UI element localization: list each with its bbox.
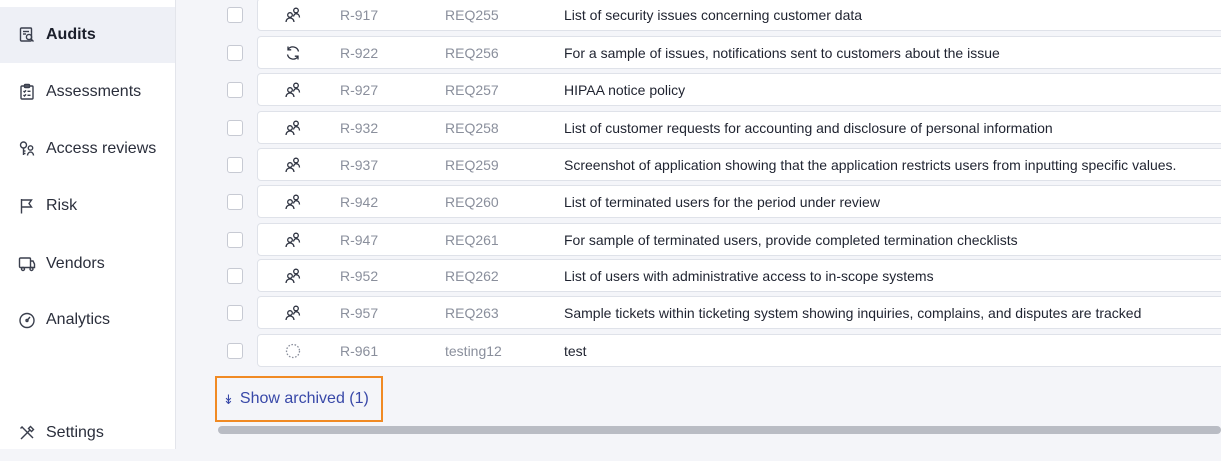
row-checkbox[interactable] xyxy=(227,194,243,210)
row-checkbox[interactable] xyxy=(227,82,243,98)
truck-icon xyxy=(18,255,36,273)
sidebar-item-vendors[interactable]: Vendors xyxy=(0,236,175,292)
table-row[interactable]: R-927 REQ257 HIPAA notice policy xyxy=(176,73,1221,110)
users-icon xyxy=(284,6,302,24)
request-card[interactable]: R-947 REQ261 For sample of terminated us… xyxy=(257,223,1221,256)
sidebar-item-label: Analytics xyxy=(46,311,111,328)
users-icon xyxy=(284,193,302,211)
request-card[interactable]: R-952 REQ262 List of users with administ… xyxy=(257,259,1221,292)
sidebar-item-access-reviews[interactable]: Access reviews xyxy=(0,121,175,177)
table-row[interactable]: R-961 testing12 test xyxy=(176,334,1221,371)
row-checkbox[interactable] xyxy=(227,268,243,284)
users-icon xyxy=(284,304,302,322)
request-id: R-927 xyxy=(340,82,379,98)
row-checkbox[interactable] xyxy=(227,157,243,173)
users-icon xyxy=(284,267,302,285)
requirement-id: REQ260 xyxy=(445,194,499,210)
request-title: List of security issues concerning custo… xyxy=(564,7,863,23)
users-icon xyxy=(284,81,302,99)
request-card[interactable]: R-961 testing12 test xyxy=(257,334,1221,367)
request-card[interactable]: R-937 REQ259 Screenshot of application s… xyxy=(257,148,1221,181)
requirement-id: REQ256 xyxy=(445,45,499,61)
request-id: R-961 xyxy=(340,343,379,359)
sidebar-item-risk[interactable]: Risk xyxy=(0,178,175,234)
table-row[interactable]: R-937 REQ259 Screenshot of application s… xyxy=(176,148,1221,185)
requirement-id: REQ259 xyxy=(445,157,499,173)
request-id: R-952 xyxy=(340,268,379,284)
request-card[interactable]: R-957 REQ263 Sample tickets within ticke… xyxy=(257,296,1221,329)
request-id: R-937 xyxy=(340,157,379,173)
request-title: test xyxy=(564,343,587,359)
table-row[interactable]: R-922 REQ256 For a sample of issues, not… xyxy=(176,36,1221,73)
sidebar-item-settings[interactable]: Settings xyxy=(0,405,175,461)
sidebar-item-assessments[interactable]: Assessments xyxy=(0,64,175,120)
row-checkbox[interactable] xyxy=(227,343,243,359)
request-id: R-947 xyxy=(340,232,379,248)
table-row[interactable]: R-942 REQ260 List of terminated users fo… xyxy=(176,185,1221,222)
audit-search-icon xyxy=(18,26,36,44)
sidebar-item-label: Access reviews xyxy=(46,140,157,157)
request-title: Sample tickets within ticketing system s… xyxy=(564,305,1142,321)
table-row[interactable]: R-957 REQ263 Sample tickets within ticke… xyxy=(176,296,1221,333)
request-card[interactable]: R-942 REQ260 List of terminated users fo… xyxy=(257,185,1221,218)
table-row[interactable]: R-932 REQ258 List of customer requests f… xyxy=(176,111,1221,148)
request-id: R-917 xyxy=(340,7,379,23)
request-title: For a sample of issues, notifications se… xyxy=(564,45,1000,61)
request-title: List of customer requests for accounting… xyxy=(564,120,1053,136)
dashed-circle-icon xyxy=(284,342,302,360)
requirement-id: REQ255 xyxy=(445,7,499,23)
requirement-id: REQ261 xyxy=(445,232,499,248)
row-checkbox[interactable] xyxy=(227,7,243,23)
request-id: R-957 xyxy=(340,305,379,321)
requirement-id: REQ257 xyxy=(445,82,499,98)
sidebar-item-analytics[interactable]: Analytics xyxy=(0,292,175,348)
row-checkbox[interactable] xyxy=(227,45,243,61)
sidebar: Audits Assessments Access reviews Risk V… xyxy=(0,0,176,449)
sidebar-item-label: Audits xyxy=(46,26,96,43)
request-title: List of users with administrative access… xyxy=(564,268,934,284)
users-icon xyxy=(284,231,302,249)
table-row[interactable]: R-952 REQ262 List of users with administ… xyxy=(176,259,1221,296)
requirement-id: testing12 xyxy=(445,343,502,359)
sidebar-item-label: Settings xyxy=(46,424,104,441)
sidebar-item-audits[interactable]: Audits xyxy=(0,7,175,63)
gauge-icon xyxy=(18,311,36,329)
table-row[interactable]: R-947 REQ261 For sample of terminated us… xyxy=(176,223,1221,260)
requirement-id: REQ258 xyxy=(445,120,499,136)
show-archived-label: Show archived (1) xyxy=(239,390,369,407)
show-archived-button[interactable]: ↡ Show archived (1) xyxy=(215,376,383,422)
request-id: R-942 xyxy=(340,194,379,210)
flag-icon xyxy=(18,197,36,215)
request-card[interactable]: R-922 REQ256 For a sample of issues, not… xyxy=(257,36,1221,69)
request-card[interactable]: R-932 REQ258 List of customer requests f… xyxy=(257,111,1221,144)
requirement-id: REQ263 xyxy=(445,305,499,321)
users-icon xyxy=(284,156,302,174)
sidebar-item-label: Vendors xyxy=(46,255,105,272)
horizontal-scrollbar[interactable] xyxy=(218,426,1221,434)
clipboard-checklist-icon xyxy=(18,83,36,101)
users-icon xyxy=(284,119,302,137)
request-id: R-932 xyxy=(340,120,379,136)
table-row[interactable]: R-917 REQ255 List of security issues con… xyxy=(176,0,1221,35)
requirement-id: REQ262 xyxy=(445,268,499,284)
request-title: List of terminated users for the period … xyxy=(564,194,880,210)
request-title: Screenshot of application showing that t… xyxy=(564,157,1177,173)
request-id: R-922 xyxy=(340,45,379,61)
request-title: For sample of terminated users, provide … xyxy=(564,232,1018,248)
request-card[interactable]: R-917 REQ255 List of security issues con… xyxy=(257,0,1221,31)
sidebar-item-label: Assessments xyxy=(46,83,142,100)
row-checkbox[interactable] xyxy=(227,305,243,321)
refresh-icon xyxy=(284,44,302,62)
request-title: HIPAA notice policy xyxy=(564,82,686,98)
request-card[interactable]: R-927 REQ257 HIPAA notice policy xyxy=(257,73,1221,106)
row-checkbox[interactable] xyxy=(227,232,243,248)
key-person-icon xyxy=(18,140,36,158)
sidebar-item-label: Risk xyxy=(46,197,78,214)
tools-icon xyxy=(18,424,36,442)
row-checkbox[interactable] xyxy=(227,120,243,136)
double-chevron-down-icon: ↡ xyxy=(223,391,234,407)
